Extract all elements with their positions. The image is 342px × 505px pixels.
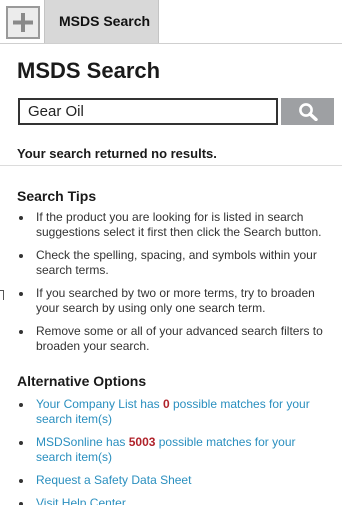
alternative-options-list: Your Company List has 0 possible matches… xyxy=(0,397,342,505)
search-tips-heading: Search Tips xyxy=(17,188,97,204)
search-button[interactable] xyxy=(281,98,334,125)
tab-bar-divider xyxy=(0,43,342,44)
company-list-matches: Your Company List has 0 possible matches… xyxy=(0,397,342,427)
search-input[interactable] xyxy=(18,98,278,125)
request-sds-item: Request a Safety Data Sheet xyxy=(0,473,342,488)
search-tips-list: If the product you are looking for is li… xyxy=(0,210,342,362)
help-center-item: Visit Help Center xyxy=(0,496,342,505)
list-item: Remove some or all of your advanced sear… xyxy=(0,324,342,354)
msdsonline-count[interactable]: 5003 xyxy=(129,435,156,449)
help-center-link[interactable]: Visit Help Center xyxy=(36,496,126,505)
msdsonline-link-prefix[interactable]: MSDSonline has xyxy=(36,435,129,449)
company-list-count[interactable]: 0 xyxy=(163,397,170,411)
list-item: Check the spelling, spacing, and symbols… xyxy=(0,248,342,278)
section-divider xyxy=(0,165,342,166)
tab-msds-search[interactable]: MSDS Search xyxy=(44,0,159,44)
no-results-message: Your search returned no results. xyxy=(17,146,217,161)
plus-icon xyxy=(13,13,33,32)
tab-bar: MSDS Search xyxy=(0,0,342,44)
request-sds-link[interactable]: Request a Safety Data Sheet xyxy=(36,473,191,487)
add-tab-button[interactable] xyxy=(6,6,40,39)
alternative-options-heading: Alternative Options xyxy=(17,373,147,389)
list-item: If the product you are looking for is li… xyxy=(0,210,342,240)
msdsonline-matches: MSDSonline has 5003 possible matches for… xyxy=(0,435,342,465)
company-list-link-prefix[interactable]: Your Company List has xyxy=(36,397,163,411)
list-item: If you searched by two or more terms, tr… xyxy=(0,286,342,316)
page-title: MSDS Search xyxy=(17,58,161,83)
page: MSDS Search MSDS Search Your search retu… xyxy=(0,0,342,505)
tab-label: MSDS Search xyxy=(59,13,151,29)
magnifier-icon xyxy=(299,103,318,121)
